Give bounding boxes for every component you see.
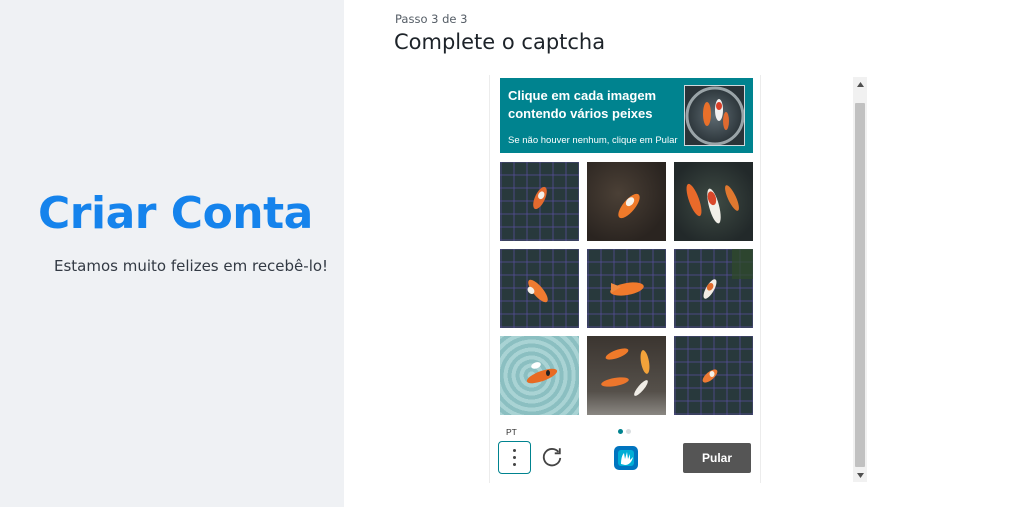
captcha-tile-5[interactable] bbox=[587, 249, 666, 328]
captcha-prompt: Clique em cada imagem contendo vários pe… bbox=[500, 78, 753, 153]
language-selector[interactable]: PT bbox=[506, 427, 517, 437]
left-panel: Criar Conta Estamos muito felizes em rec… bbox=[0, 0, 344, 507]
captcha-tile-3[interactable] bbox=[674, 162, 753, 241]
page-dot-active[interactable] bbox=[618, 429, 623, 434]
captcha-tile-9[interactable] bbox=[674, 336, 753, 415]
captcha-tile-4[interactable] bbox=[500, 249, 579, 328]
vertical-ellipsis-icon bbox=[513, 449, 516, 452]
scroll-thumb[interactable] bbox=[855, 103, 865, 467]
captcha-menu-button[interactable] bbox=[498, 441, 531, 474]
captcha-tile-7[interactable] bbox=[500, 336, 579, 415]
step-title: Complete o captcha bbox=[394, 30, 606, 54]
captcha-prompt-hint: Se não houver nenhum, clique em Pular bbox=[508, 135, 678, 146]
captcha-example-image bbox=[684, 85, 745, 146]
scrollbar[interactable] bbox=[853, 77, 867, 482]
scroll-up-arrow[interactable] bbox=[853, 77, 867, 91]
step-indicator: Passo 3 de 3 bbox=[395, 12, 468, 26]
captcha-tile-8[interactable] bbox=[587, 336, 666, 415]
skip-button[interactable]: Pular bbox=[683, 443, 751, 473]
captcha-prompt-text: Clique em cada imagem contendo vários pe… bbox=[508, 88, 657, 121]
captcha-tile-2[interactable] bbox=[587, 162, 666, 241]
scroll-down-arrow[interactable] bbox=[853, 468, 867, 482]
triangle-up-icon bbox=[856, 81, 864, 87]
triangle-down-icon bbox=[856, 472, 864, 478]
page-title: Criar Conta bbox=[38, 188, 313, 239]
refresh-icon[interactable] bbox=[541, 446, 563, 468]
captcha-widget: Clique em cada imagem contendo vários pe… bbox=[489, 75, 761, 483]
captcha-tile-1[interactable] bbox=[500, 162, 579, 241]
page-dot[interactable] bbox=[626, 429, 631, 434]
hcaptcha-logo-icon bbox=[614, 446, 638, 470]
captcha-tile-6[interactable] bbox=[674, 249, 753, 328]
page-subtitle: Estamos muito felizes em recebê-lo! bbox=[54, 257, 329, 275]
